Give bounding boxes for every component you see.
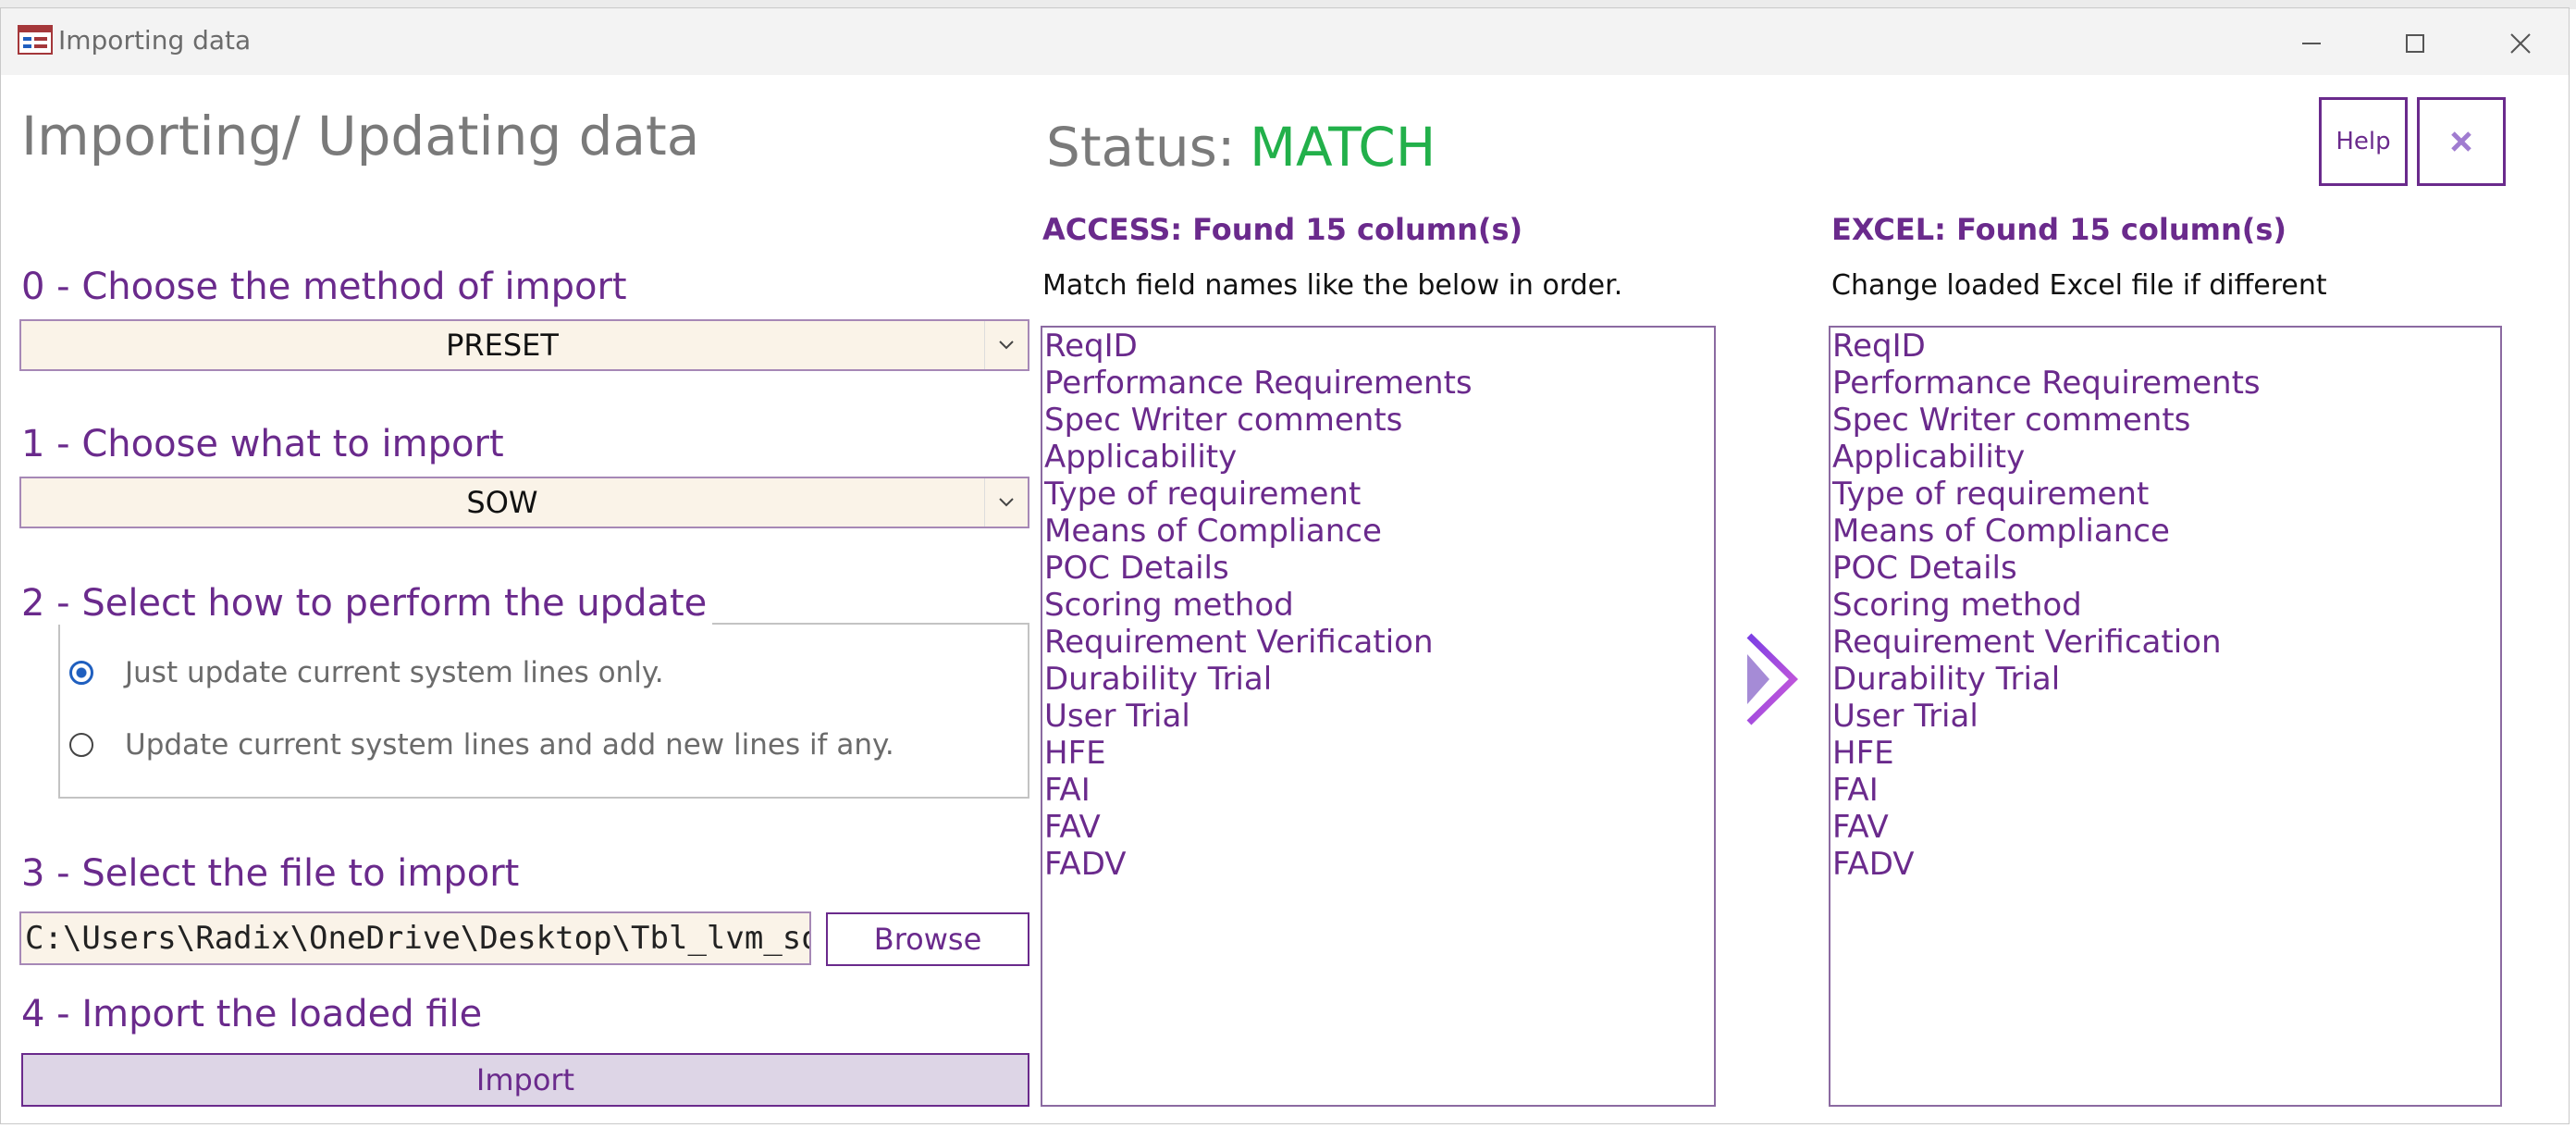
list-item[interactable]: Requirement Verification xyxy=(1830,624,2500,661)
list-item[interactable]: FADV xyxy=(1042,846,1714,883)
list-item[interactable]: Spec Writer comments xyxy=(1830,402,2500,439)
list-item[interactable]: FAI xyxy=(1042,772,1714,809)
window-title: Importing data xyxy=(58,25,252,56)
excel-header: EXCEL: Found 15 column(s) xyxy=(1831,212,2287,247)
list-item[interactable]: Type of requirement xyxy=(1830,476,2500,513)
page-title: Importing/ Updating data xyxy=(21,105,700,167)
list-item[interactable]: POC Details xyxy=(1042,550,1714,587)
minimize-button[interactable] xyxy=(2271,16,2352,71)
window-close-button[interactable] xyxy=(2480,16,2561,71)
list-item[interactable]: Scoring method xyxy=(1830,587,2500,624)
chevron-right-icon xyxy=(1746,633,1799,725)
list-item[interactable]: POC Details xyxy=(1830,550,2500,587)
list-item[interactable]: Requirement Verification xyxy=(1042,624,1714,661)
list-item[interactable]: ReqID xyxy=(1042,328,1714,365)
radio-unselected-icon[interactable] xyxy=(69,733,93,757)
list-item[interactable]: FAV xyxy=(1042,809,1714,846)
list-item[interactable]: HFE xyxy=(1830,735,2500,772)
minimize-icon xyxy=(2302,43,2321,44)
status-value: MATCH xyxy=(1250,116,1436,179)
close-icon xyxy=(2451,131,2471,152)
import-target-select[interactable]: SOW xyxy=(19,477,1029,528)
list-item[interactable]: Spec Writer comments xyxy=(1042,402,1714,439)
update-option-add[interactable]: Update current system lines and add new … xyxy=(69,728,894,762)
list-item[interactable]: Means of Compliance xyxy=(1830,513,2500,550)
browse-button[interactable]: Browse xyxy=(826,912,1029,966)
maximize-icon xyxy=(2406,34,2424,53)
list-item[interactable]: Performance Requirements xyxy=(1042,365,1714,402)
list-item[interactable]: FADV xyxy=(1830,846,2500,883)
list-item[interactable]: Applicability xyxy=(1042,439,1714,476)
list-item[interactable]: Scoring method xyxy=(1042,587,1714,624)
import-method-select[interactable]: PRESET xyxy=(19,319,1029,371)
import-target-value: SOW xyxy=(466,485,538,520)
list-item[interactable]: ReqID xyxy=(1830,328,2500,365)
chevron-down-icon[interactable] xyxy=(984,478,1028,527)
import-dialog: Importing data Importing/ Updating data … xyxy=(0,7,2570,1124)
access-subtitle: Match field names like the below in orde… xyxy=(1042,269,1623,302)
step4-label: 4 - Import the loaded file xyxy=(21,993,483,1035)
list-item[interactable]: User Trial xyxy=(1042,698,1714,735)
import-button[interactable]: Import xyxy=(21,1053,1029,1107)
window-close-icon xyxy=(2510,33,2531,54)
excel-fields-list[interactable]: ReqID Performance Requirements Spec Writer… xyxy=(1829,326,2502,1107)
list-item[interactable]: HFE xyxy=(1042,735,1714,772)
radio-selected-icon[interactable] xyxy=(69,661,93,685)
update-option-only-label: Just update current system lines only. xyxy=(125,656,664,689)
list-item[interactable]: Type of requirement xyxy=(1042,476,1714,513)
title-bar: Importing data xyxy=(1,8,2569,75)
access-fields-list[interactable]: ReqID Performance Requirements Spec Writer… xyxy=(1041,326,1716,1107)
update-option-add-label: Update current system lines and add new … xyxy=(125,728,894,762)
update-option-only[interactable]: Just update current system lines only. xyxy=(69,656,664,689)
chevron-down-icon[interactable] xyxy=(984,321,1028,369)
step0-label: 0 - Choose the method of import xyxy=(21,266,627,308)
step2-label: 2 - Select how to perform the update xyxy=(21,582,713,625)
list-item[interactable]: Durability Trial xyxy=(1830,661,2500,698)
access-header: ACCESS: Found 15 column(s) xyxy=(1042,212,1523,247)
list-item[interactable]: Applicability xyxy=(1830,439,2500,476)
list-item[interactable]: User Trial xyxy=(1830,698,2500,735)
import-method-value: PRESET xyxy=(446,328,559,363)
file-path-input[interactable]: C:\Users\Radix\OneDrive\Desktop\Tbl_lvm_… xyxy=(19,911,811,965)
update-options-frame xyxy=(58,623,1029,799)
list-item[interactable]: Performance Requirements xyxy=(1830,365,2500,402)
status-label: Status: xyxy=(1046,116,1236,179)
step3-label: 3 - Select the file to import xyxy=(21,852,520,895)
maximize-button[interactable] xyxy=(2374,16,2456,71)
help-button[interactable]: Help xyxy=(2319,97,2408,186)
step1-label: 1 - Choose what to import xyxy=(21,423,504,465)
excel-subtitle: Change loaded Excel file if different xyxy=(1831,269,2327,302)
list-item[interactable]: Durability Trial xyxy=(1042,661,1714,698)
list-item[interactable]: Means of Compliance xyxy=(1042,513,1714,550)
list-item[interactable]: FAV xyxy=(1830,809,2500,846)
form-icon xyxy=(18,25,53,55)
close-button[interactable] xyxy=(2417,97,2506,186)
list-item[interactable]: FAI xyxy=(1830,772,2500,809)
